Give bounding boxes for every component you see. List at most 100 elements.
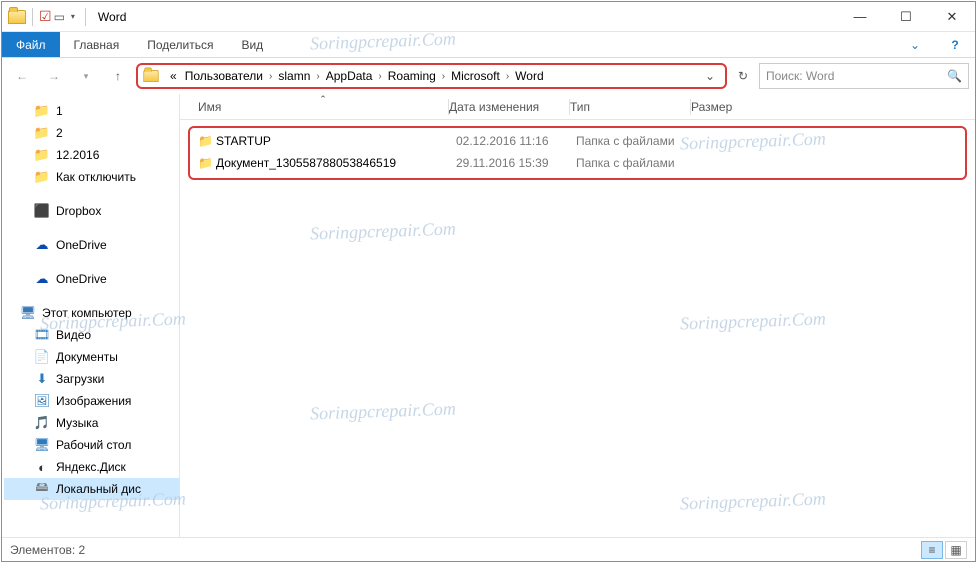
address-bar[interactable]: « Пользователи › slamn › AppData › Roami… xyxy=(136,63,727,89)
ribbon-expand-icon[interactable]: ⌄ xyxy=(895,32,935,57)
breadcrumb-item[interactable]: Roaming xyxy=(384,69,440,83)
sidebar-item-documents[interactable]: 📄Документы xyxy=(4,346,179,368)
navigation-row: ← → ▾ ↑ « Пользователи › slamn › AppData… xyxy=(2,58,975,94)
app-folder-icon xyxy=(8,10,26,24)
forward-button[interactable]: → xyxy=(40,62,68,90)
folder-icon: 📁 xyxy=(198,156,216,170)
up-button[interactable]: ↑ xyxy=(104,62,132,90)
breadcrumb-item[interactable]: Microsoft xyxy=(447,69,504,83)
item-count: Элементов: 2 xyxy=(10,543,85,557)
quick-access-toolbar: ☑ ▭ ▾ xyxy=(2,8,90,26)
pc-icon: 🖥 xyxy=(20,305,36,321)
breadcrumb-overflow[interactable]: « xyxy=(166,69,181,83)
title-bar: ☑ ▭ ▾ Word — ☐ ✕ xyxy=(2,2,975,32)
sidebar-item[interactable]: 📁2 xyxy=(4,122,179,144)
sidebar-item-onedrive[interactable]: ☁ OneDrive xyxy=(4,268,179,290)
help-icon[interactable]: ? xyxy=(935,32,975,57)
sidebar-item-label: Этот компьютер xyxy=(42,306,132,320)
chevron-right-icon[interactable]: › xyxy=(376,71,383,82)
sidebar-item[interactable]: 📁1 xyxy=(4,100,179,122)
ribbon-tab-share[interactable]: Поделиться xyxy=(133,32,227,57)
column-header-size[interactable]: Размер xyxy=(691,100,771,114)
window-controls: — ☐ ✕ xyxy=(837,2,975,32)
address-dropdown-icon[interactable]: ⌄ xyxy=(699,69,721,83)
maximize-button[interactable]: ☐ xyxy=(883,2,929,32)
file-date: 29.11.2016 15:39 xyxy=(456,156,576,170)
status-bar: Элементов: 2 ≡ ▦ xyxy=(2,537,975,561)
sidebar-item-downloads[interactable]: ⬇Загрузки xyxy=(4,368,179,390)
sidebar-item-videos[interactable]: 🎞 Видео xyxy=(4,324,179,346)
picture-icon: 🖼 xyxy=(34,393,50,409)
folder-icon: 📁 xyxy=(198,134,216,148)
breadcrumb-item[interactable]: Пользователи xyxy=(181,69,267,83)
details-view-button[interactable]: ≡ xyxy=(921,541,943,559)
sidebar-item-pictures[interactable]: 🖼 Изображения xyxy=(4,390,179,412)
sidebar-item-label: Dropbox xyxy=(56,204,101,218)
main-area: 📁1 📁2 📁12.2016 📁Как отключить ⬛Dropbox ☁… xyxy=(2,94,975,537)
recent-locations-button[interactable]: ▾ xyxy=(72,62,100,90)
file-date: 02.12.2016 11:16 xyxy=(456,134,576,148)
chevron-right-icon[interactable]: › xyxy=(504,71,511,82)
minimize-button[interactable]: — xyxy=(837,2,883,32)
view-mode-buttons: ≡ ▦ xyxy=(921,541,967,559)
file-list[interactable]: 📁 STARTUP 02.12.2016 11:16 Папка с файла… xyxy=(180,120,975,537)
search-input[interactable]: Поиск: Word 🔍 xyxy=(759,63,969,89)
search-icon[interactable]: 🔍 xyxy=(947,69,962,83)
column-header-type[interactable]: Тип xyxy=(570,100,690,114)
sidebar-item-label: Документы xyxy=(56,350,118,364)
chevron-right-icon[interactable]: › xyxy=(314,71,321,82)
sidebar-item-label: Рабочий стол xyxy=(56,438,131,452)
dropbox-icon: ⬛ xyxy=(34,203,50,219)
ribbon-tab-view[interactable]: Вид xyxy=(227,32,277,57)
sidebar-item-label: Изображения xyxy=(56,394,131,408)
sidebar-item-label: OneDrive xyxy=(56,238,107,252)
sidebar-item-desktop[interactable]: 🖥 Рабочий стол xyxy=(4,434,179,456)
breadcrumb-item[interactable]: slamn xyxy=(274,69,314,83)
explorer-window: ☑ ▭ ▾ Word — ☐ ✕ Файл Главная Поделиться… xyxy=(1,1,976,562)
sidebar-item-local-disk[interactable]: 🖴Локальный дис xyxy=(4,478,179,500)
sidebar-item[interactable]: 📁 Как отключить xyxy=(4,166,179,188)
file-name: Документ_130558788053846519 xyxy=(216,156,456,170)
folder-icon: 📁 xyxy=(34,103,50,119)
desktop-icon: 🖥 xyxy=(34,437,50,453)
navigation-pane[interactable]: 📁1 📁2 📁12.2016 📁Как отключить ⬛Dropbox ☁… xyxy=(2,94,180,537)
video-icon: 🎞 xyxy=(34,327,50,343)
qat-customize-icon[interactable]: ▾ xyxy=(67,12,79,21)
onedrive-icon: ☁ xyxy=(34,271,50,287)
chevron-right-icon[interactable]: › xyxy=(440,71,447,82)
column-header-date[interactable]: Дата изменения xyxy=(449,100,569,114)
properties-icon[interactable]: ☑ xyxy=(39,8,52,25)
sidebar-item-label: 2 xyxy=(56,126,63,140)
sidebar-item-label: 12.2016 xyxy=(56,148,99,162)
file-row[interactable]: 📁 STARTUP 02.12.2016 11:16 Папка с файла… xyxy=(198,130,957,152)
sidebar-item-this-pc[interactable]: 🖥 Этот компьютер xyxy=(4,302,179,324)
back-button[interactable]: ← xyxy=(8,62,36,90)
ribbon-tab-home[interactable]: Главная xyxy=(60,32,134,57)
icons-view-button[interactable]: ▦ xyxy=(945,541,967,559)
breadcrumb-item[interactable]: Word xyxy=(511,69,547,83)
sidebar-item-label: 1 xyxy=(56,104,63,118)
drive-icon: 🖴 xyxy=(34,481,50,497)
sidebar-item-label: Как отключить xyxy=(56,170,136,184)
highlight-annotation: 📁 STARTUP 02.12.2016 11:16 Папка с файла… xyxy=(188,126,967,180)
folder-icon: 📁 xyxy=(34,169,50,185)
sidebar-item-music[interactable]: 🎵 Музыка xyxy=(4,412,179,434)
column-header-name[interactable]: ⌃Имя xyxy=(198,100,448,114)
chevron-right-icon[interactable]: › xyxy=(267,71,274,82)
close-button[interactable]: ✕ xyxy=(929,2,975,32)
sidebar-item-onedrive[interactable]: ☁ OneDrive xyxy=(4,234,179,256)
new-folder-icon[interactable]: ▭ xyxy=(54,10,65,24)
music-icon: 🎵 xyxy=(34,415,50,431)
refresh-button[interactable]: ↻ xyxy=(731,69,755,83)
sidebar-item[interactable]: 📁12.2016 xyxy=(4,144,179,166)
sidebar-item-label: Музыка xyxy=(56,416,98,430)
sidebar-item-label: OneDrive xyxy=(56,272,107,286)
sidebar-item-yandex-disk[interactable]: ◐Яндекс.Диск xyxy=(4,456,179,478)
file-row[interactable]: 📁 Документ_130558788053846519 29.11.2016… xyxy=(198,152,957,174)
ribbon-tab-file[interactable]: Файл xyxy=(2,32,60,57)
onedrive-icon: ☁ xyxy=(34,237,50,253)
breadcrumb-item[interactable]: AppData xyxy=(322,69,377,83)
content-pane: ⌃Имя Дата изменения Тип Размер 📁 STARTUP… xyxy=(180,94,975,537)
sidebar-item-label: Видео xyxy=(56,328,91,342)
sidebar-item-dropbox[interactable]: ⬛ Dropbox xyxy=(4,200,179,222)
